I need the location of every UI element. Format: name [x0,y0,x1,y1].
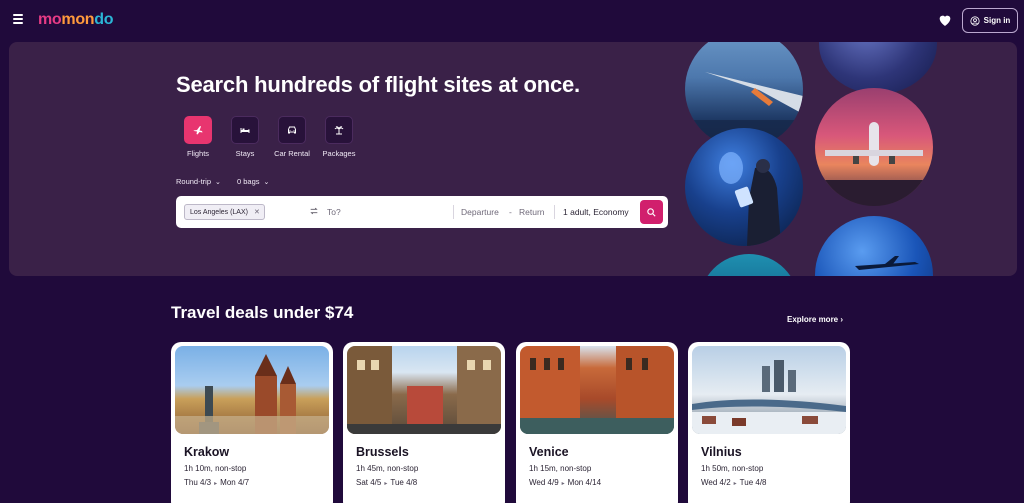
trip-type-label: Round-trip [176,177,212,186]
venice-photo [520,346,674,434]
jet-silhouette-image [855,256,919,270]
departure-date-field[interactable]: Departure [461,207,499,217]
deal-city: Krakow [184,445,230,459]
krakow-church-image [175,354,329,434]
deal-dates: Thu 4/3 ▸ Mon 4/7 [184,478,249,487]
travelers-selector[interactable]: 1 adult, Economy [563,207,629,217]
chevron-down-icon: ⌄ [263,179,270,186]
deal-duration: 1h 10m, non-stop [184,464,247,473]
sunset-plane-photo-circle [815,88,933,206]
explore-more-link[interactable]: Explore more › [787,315,843,324]
venice-canal-image [520,346,674,434]
arrow-right-icon: ▸ [733,481,737,487]
deals-heading: Travel deals under $74 [171,303,354,322]
arrow-right-icon: ▸ [384,481,388,487]
chevron-right-icon: › [840,315,844,324]
return-date: Tue 4/8 [390,478,418,487]
deal-city: Brussels [356,445,409,459]
bags-dropdown[interactable]: 0 bags ⌄ [237,177,269,186]
momondo-logo[interactable]: momondo [38,11,114,29]
return-date-field[interactable]: Return [519,207,545,217]
sign-in-label: Sign in [983,16,1011,25]
brussels-photo [347,346,501,434]
divider [554,205,555,219]
arrow-right-icon: ▸ [561,481,565,487]
depart-date: Thu 4/3 [184,478,212,487]
sky-photo-circle [819,42,937,94]
deal-duration: 1h 45m, non-stop [356,464,419,473]
cabin-photo-circle [685,128,803,246]
chevron-down-icon: ⌄ [215,179,221,186]
deal-city: Venice [529,445,569,459]
ocean-photo-circle [699,254,799,276]
logo-part-1: mo [38,11,62,28]
depart-date: Wed 4/9 [529,478,559,487]
sign-in-button[interactable]: Sign in [962,8,1018,33]
passenger-cabin-image [719,152,781,246]
deal-city: Vilnius [701,445,742,459]
deal-card-vilnius[interactable]: Vilnius 1h 50m, non-stop Wed 4/2 ▸ Tue 4/8 [688,342,850,503]
vertical-label: Flights [186,149,210,158]
arrow-right-icon: ▸ [214,481,218,487]
swap-icon[interactable] [309,206,319,216]
vertical-stays[interactable]: Stays [225,116,265,158]
deal-card-krakow[interactable]: Krakow 1h 10m, non-stop Thu 4/3 ▸ Mon 4/7 [171,342,333,503]
explore-more-label: Explore more [787,315,839,324]
deal-dates: Sat 4/5 ▸ Tue 4/8 [356,478,417,487]
deal-dates: Wed 4/2 ▸ Tue 4/8 [701,478,767,487]
flight-search-bar: Los Angeles (LAX) ✕ Departure - Return 1… [176,196,668,228]
palm-icon [334,126,344,135]
return-date: Mon 4/14 [567,478,602,487]
user-circle-icon [970,15,980,26]
logo-part-3: do [94,11,114,28]
depart-date: Wed 4/2 [701,478,731,487]
hero-title: Search hundreds of flight sites at once. [176,72,580,97]
plane-icon [193,126,203,135]
bags-label: 0 bags [237,177,260,186]
deal-dates: Wed 4/9 ▸ Mon 4/14 [529,478,601,487]
hamburger-icon[interactable] [13,14,23,24]
depart-date: Sat 4/5 [356,478,382,487]
search-button[interactable] [640,200,663,224]
close-icon[interactable]: ✕ [254,208,260,216]
search-icon [647,207,656,217]
return-date: Mon 4/7 [220,478,250,487]
return-date: Tue 4/8 [739,478,767,487]
vertical-label: Car Rental [274,149,310,158]
origin-label: Los Angeles (LAX) [190,208,248,216]
vilnius-photo [692,346,846,434]
date-separator: - [509,207,512,217]
krakow-photo [175,346,329,434]
trip-type-dropdown[interactable]: Round-trip ⌄ [176,177,221,186]
vertical-packages[interactable]: Packages [319,116,359,158]
deal-card-brussels[interactable]: Brussels 1h 45m, non-stop Sat 4/5 ▸ Tue 4/… [343,342,505,503]
vertical-flights[interactable]: Flights [178,116,218,158]
brussels-street-image [347,346,501,434]
blue-sky-photo-circle [815,216,933,276]
bed-icon [240,128,250,133]
vilnius-city-image [692,360,846,434]
top-bar: momondo Sign in [0,0,1024,40]
airplane-image [815,122,933,206]
origin-chip[interactable]: Los Angeles (LAX) ✕ [184,204,265,220]
car-icon [288,126,296,134]
heart-icon[interactable] [937,12,953,28]
hero-search-panel: Search hundreds of flight sites at once.… [9,42,1017,276]
deal-duration: 1h 50m, non-stop [701,464,764,473]
vertical-label: Packages [322,149,356,158]
logo-part-2: mon [61,11,95,28]
deal-duration: 1h 15m, non-stop [529,464,592,473]
destination-input[interactable] [327,205,447,219]
divider [453,205,454,219]
deal-card-venice[interactable]: Venice 1h 15m, non-stop Wed 4/9 ▸ Mon 4/14 [516,342,678,503]
vertical-car-rental[interactable]: Car Rental [272,116,312,158]
vertical-label: Stays [235,149,255,158]
